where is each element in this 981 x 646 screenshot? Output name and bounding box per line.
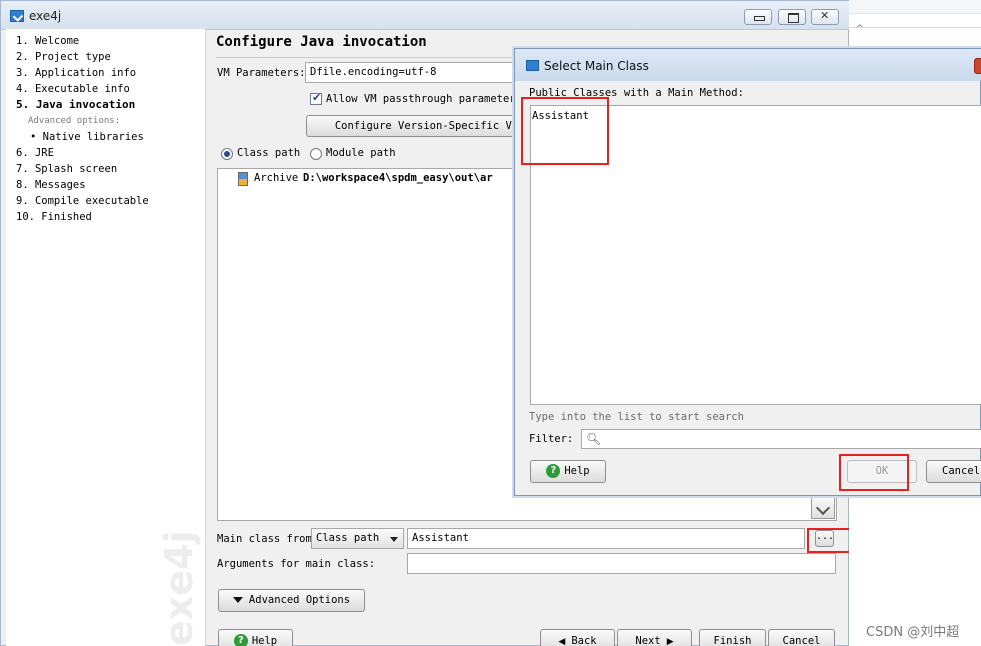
help-button-label: Help [251,635,278,646]
back-arrow-icon: ◀ [558,637,566,646]
next-button[interactable]: Next ▶ [617,629,692,646]
module-path-radio-label: Module path [326,147,396,159]
allow-passthrough-label: Allow VM passthrough parameters [326,93,522,105]
back-button-label: Back [571,635,597,646]
dialog-app-icon [526,60,539,71]
next-button-label: Next [635,635,661,646]
cancel-button[interactable]: Cancel [768,629,835,646]
move-down-button[interactable] [811,497,835,519]
title-bar[interactable]: exe4j [1,1,850,30]
archive-entry-label[interactable]: Archive [254,172,298,184]
module-path-radio[interactable] [310,148,322,160]
dialog-cancel-button[interactable]: Cancel [926,460,981,483]
allow-passthrough-checkbox[interactable] [310,91,322,105]
main-class-from-label: Main class from [217,533,312,545]
background-window-divider [849,27,981,28]
advanced-options-label: Advanced Options [248,594,351,606]
next-arrow-icon: ▶ [666,637,674,646]
step-finished[interactable]: 10. Finished [16,211,92,223]
ok-highlight-box [839,454,909,491]
step-executable-info[interactable]: 4. Executable info [16,83,130,95]
triangle-down-icon [232,597,243,603]
step-messages[interactable]: 8. Messages [16,179,86,191]
window-title: exe4j [29,9,62,23]
step-compile-executable[interactable]: 9. Compile executable [16,195,149,207]
step-application-info[interactable]: 3. Application info [16,67,136,79]
archive-icon [238,172,248,186]
app-icon [10,10,24,22]
filter-label: Filter: [529,433,574,445]
step-native-libraries[interactable]: • Native libraries [30,131,144,143]
class-path-radio-label: Class path [237,147,301,159]
dialog-close-button[interactable] [974,58,981,74]
dialog-help-button[interactable]: ? Help [530,460,606,483]
close-button[interactable] [811,9,839,25]
search-hint: Type into the list to start search [529,411,744,423]
archive-entry-path[interactable]: D:\workspace4\spdm_easy\out\ar [303,172,493,184]
main-class-source-select[interactable]: Class path [311,528,404,549]
advanced-options-button[interactable]: Advanced Options [218,589,365,612]
back-button[interactable]: ◀ Back [540,629,615,646]
background-window-toolbar [849,0,981,14]
dialog-title: Select Main Class [544,59,649,73]
main-class-input[interactable]: Assistant [407,528,805,549]
maximize-button[interactable] [778,9,806,25]
dialog-help-label: Help [564,465,590,477]
step-splash-screen[interactable]: 7. Splash screen [16,163,117,175]
arguments-label: Arguments for main class: [217,558,376,570]
advanced-options-heading: Advanced options: [28,116,121,126]
minimize-button[interactable] [744,9,772,25]
filter-input[interactable]: 🔍︎ [581,429,981,449]
step-jre[interactable]: 6. JRE [16,147,54,159]
arguments-input[interactable] [407,553,836,574]
browse-highlight-box [807,528,851,553]
step-java-invocation[interactable]: 5. Java invocation [16,98,135,111]
class-highlight-box [521,97,609,165]
class-path-radio[interactable] [221,148,233,160]
search-icon: 🔍︎ [586,432,602,446]
help-button[interactable]: ? Help [218,629,293,646]
credit-watermark: CSDN @刘中超 [866,625,960,640]
exe4j-watermark: exe4j [157,530,201,646]
help-icon: ? [546,464,561,478]
chevron-down-icon [390,537,398,542]
help-icon: ? [233,634,248,646]
page-title: Configure Java invocation [216,34,427,50]
vm-parameters-label: VM Parameters: [217,67,306,79]
dialog-title-bar[interactable]: Select Main Class [515,49,981,81]
caret-up-icon: ^ [856,24,864,34]
step-project-type[interactable]: 2. Project type [16,51,111,63]
finish-button[interactable]: Finish [699,629,766,646]
step-welcome[interactable]: 1. Welcome [16,35,79,47]
main-class-source-value: Class path [316,532,380,544]
select-main-class-dialog: Select Main Class Public Classes with a … [514,48,981,496]
